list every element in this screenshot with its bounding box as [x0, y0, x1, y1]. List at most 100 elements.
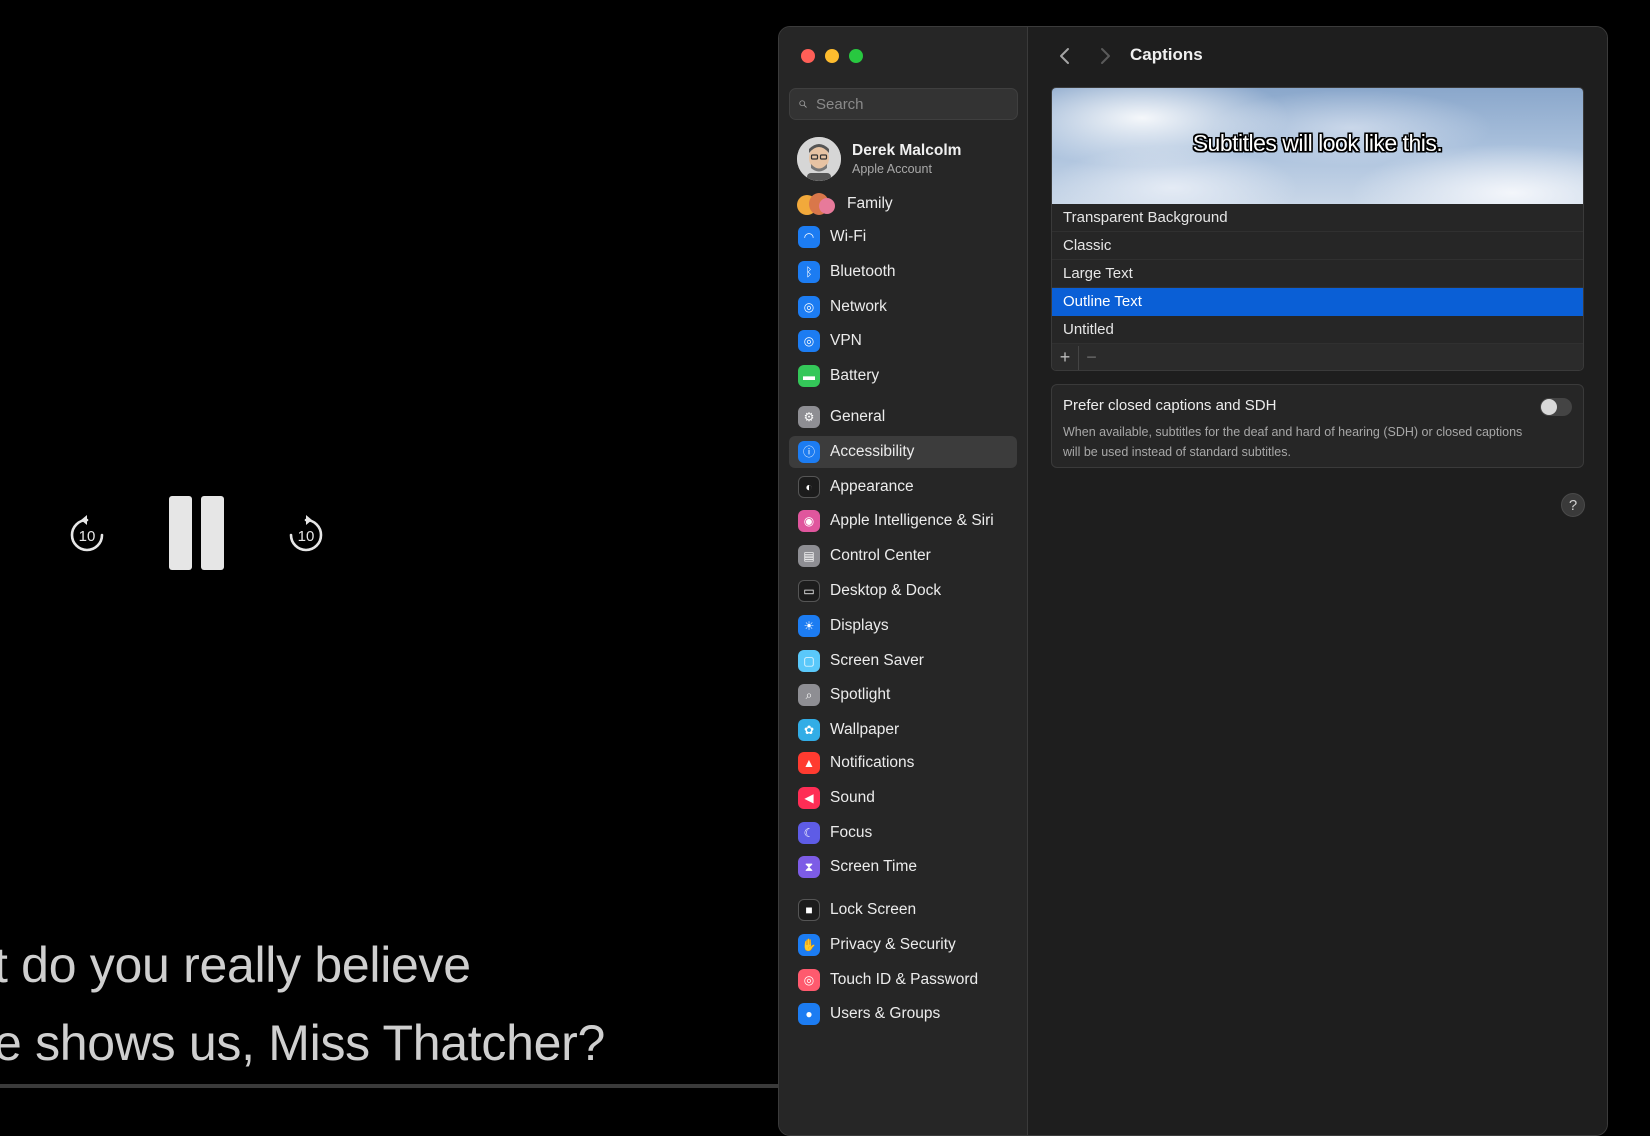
help-button[interactable]: ? — [1561, 493, 1585, 517]
sidebar-item-label: Screen Saver — [830, 651, 924, 669]
accessibility-icon: ⓘ — [798, 440, 820, 463]
add-style-button[interactable]: + — [1052, 346, 1078, 370]
search-field[interactable] — [789, 88, 1018, 120]
caption-style-row[interactable]: Outline Text — [1052, 288, 1583, 316]
caption-style-row[interactable]: Classic — [1052, 232, 1583, 260]
captions-pane: Captions Subtitles will look like this. … — [1028, 27, 1607, 1135]
sdh-description: When available, subtitles for the deaf a… — [1063, 425, 1523, 459]
sidebar-item-touch-id-password[interactable]: ◎ Touch ID & Password — [789, 964, 1017, 996]
sidebar-item-spotlight[interactable]: ⌕ Spotlight — [789, 679, 1017, 711]
list-footer: + − — [1052, 344, 1583, 370]
sdh-setting: Prefer closed captions and SDH When avai… — [1051, 384, 1584, 468]
sidebar-item-network[interactable]: ◎ Network — [789, 291, 1017, 323]
screen-saver-icon: ▢ — [798, 649, 820, 672]
sidebar-item-label: Battery — [830, 367, 880, 385]
sidebar-item-bluetooth[interactable]: ᛒ Bluetooth — [789, 256, 1017, 288]
pause-button[interactable] — [164, 494, 226, 572]
toggle-knob — [1541, 399, 1557, 415]
sidebar-item-label: General — [830, 408, 886, 425]
sidebar-item-desktop-dock[interactable]: ▭ Desktop & Dock — [789, 575, 1017, 607]
fingerprint-icon: ◎ — [798, 968, 820, 991]
sdh-toggle[interactable] — [1540, 398, 1572, 416]
sidebar-item-accessibility[interactable]: ⓘ Accessibility — [789, 435, 1017, 468]
family-item[interactable]: Family — [797, 189, 1017, 219]
close-window-button[interactable] — [801, 49, 815, 63]
wifi-icon: ◠ — [798, 226, 820, 248]
remove-style-button[interactable]: − — [1078, 345, 1104, 370]
sidebar-item-privacy-security[interactable]: ✋ Privacy & Security — [789, 929, 1017, 961]
skip-forward-10-button[interactable]: 10 — [283, 512, 329, 558]
sidebar-item-label: Desktop & Dock — [830, 582, 942, 599]
search-icon — [799, 100, 807, 108]
scrubber-track[interactable] — [0, 1084, 778, 1088]
sidebar-item-label: Screen Time — [830, 858, 918, 876]
bell-icon: ▲ — [798, 752, 820, 774]
sidebar-item-label: Displays — [830, 616, 889, 634]
control-center-icon: ▤ — [798, 545, 820, 568]
sidebar-item-label: Users & Groups — [830, 1005, 941, 1023]
skip-back-icon: 10 — [70, 515, 104, 552]
caption-style-row[interactable]: Untitled — [1052, 316, 1583, 344]
sidebar-item-appearance[interactable]: ◐ Appearance — [789, 471, 1017, 503]
sidebar-item-users-groups[interactable]: ● Users & Groups — [789, 998, 1017, 1030]
sidebar-item-control-center[interactable]: ▤ Control Center — [789, 540, 1017, 572]
avatar — [797, 137, 841, 181]
globe-icon: ◎ — [798, 295, 820, 318]
sidebar-item-label: Appearance — [830, 477, 914, 495]
video-player[interactable]: 10 10 t do you really believe e shows us… — [0, 0, 778, 1100]
sidebar-item-sound[interactable]: ◀ Sound — [789, 782, 1017, 814]
moon-icon: ☾ — [798, 821, 820, 844]
sidebar-item-label: Apple Intelligence & Siri — [830, 512, 994, 530]
zoom-window-button[interactable] — [849, 49, 863, 63]
lock-icon: ■ — [798, 899, 820, 921]
caption-preview-text: Subtitles will look like this. — [1192, 129, 1443, 156]
back-button[interactable] — [1052, 43, 1078, 69]
users-icon: ● — [798, 1003, 820, 1026]
sidebar-item-focus[interactable]: ☾ Focus — [789, 817, 1017, 849]
sidebar: Derek Malcolm Apple Account Family ◠ Wi-F… — [779, 27, 1028, 1135]
sidebar-item-displays[interactable]: ☀ Displays — [789, 610, 1017, 642]
sidebar-item-general[interactable]: ⚙ General — [789, 401, 1017, 433]
sidebar-item-label: Sound — [830, 788, 875, 806]
sidebar-item-battery[interactable]: ▬ Battery — [789, 360, 1017, 392]
siri-icon: ◉ — [798, 510, 820, 533]
skip-back-label: 10 — [79, 528, 96, 545]
sidebar-item-apple-intelligence-siri[interactable]: ◉ Apple Intelligence & Siri — [789, 505, 1017, 537]
hourglass-icon: ⧗ — [798, 856, 820, 879]
page-title: Captions — [1130, 45, 1203, 64]
sidebar-item-label: Spotlight — [830, 686, 891, 704]
search-input[interactable] — [814, 94, 1017, 114]
sidebar-item-lock-screen[interactable]: ■ Lock Screen — [789, 894, 1017, 926]
sidebar-item-screen-time[interactable]: ⧗ Screen Time — [789, 851, 1017, 883]
sidebar-item-label: Accessibility — [830, 442, 915, 460]
sidebar-item-label: Network — [830, 297, 887, 315]
apple-account-item[interactable]: Derek Malcolm Apple Account — [797, 135, 1017, 183]
minimize-window-button[interactable] — [825, 49, 839, 63]
sidebar-item-label: Wi-Fi — [830, 228, 867, 245]
caption-styles-list: Subtitles will look like this. Transpare… — [1051, 87, 1584, 371]
caption-style-row[interactable]: Transparent Background — [1052, 204, 1583, 232]
forward-button[interactable] — [1092, 43, 1118, 69]
sidebar-item-notifications[interactable]: ▲ Notifications — [789, 747, 1017, 779]
sidebar-item-label: VPN — [830, 332, 862, 350]
battery-icon: ▬ — [798, 365, 820, 388]
sidebar-item-label: Touch ID & Password — [830, 970, 979, 988]
gear-icon: ⚙ — [798, 406, 820, 428]
memoji-avatar-icon — [797, 137, 841, 181]
sidebar-item-label: Control Center — [830, 547, 931, 565]
appearance-icon: ◐ — [798, 475, 820, 498]
subtitle-line-2: e shows us, Miss Thatcher? — [0, 1015, 605, 1071]
sdh-title: Prefer closed captions and SDH — [1063, 397, 1277, 414]
sidebar-item-wallpaper[interactable]: ✿ Wallpaper — [789, 714, 1017, 746]
subtitle-line-1: t do you really believe — [0, 937, 471, 993]
family-icon — [797, 191, 837, 217]
bluetooth-icon: ᛒ — [798, 260, 820, 283]
sidebar-item-wi-fi[interactable]: ◠ Wi-Fi — [789, 221, 1017, 253]
sidebar-item-screen-saver[interactable]: ▢ Screen Saver — [789, 645, 1017, 677]
sidebar-item-label: Notifications — [830, 754, 915, 771]
speaker-icon: ◀ — [798, 786, 820, 809]
skip-back-10-button[interactable]: 10 — [64, 512, 110, 558]
caption-style-row[interactable]: Large Text — [1052, 260, 1583, 288]
pause-bar-right — [201, 496, 224, 570]
sidebar-item-vpn[interactable]: ◎ VPN — [789, 325, 1017, 357]
